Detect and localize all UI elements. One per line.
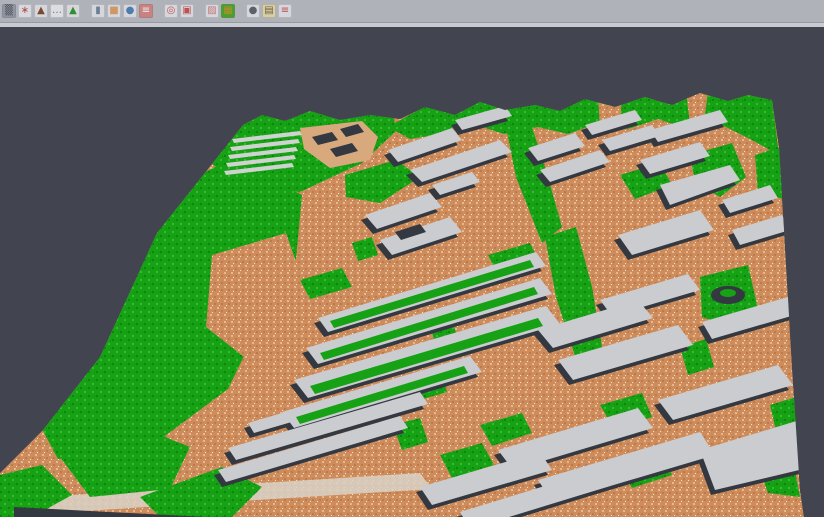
hedge-inner	[720, 289, 736, 297]
point-cloud-icon[interactable]: ▒	[2, 4, 16, 18]
viewport-3d[interactable]	[0, 27, 824, 517]
sparse-points-icon[interactable]: …	[50, 4, 64, 18]
mesh-icon[interactable]: ●	[246, 4, 260, 18]
extents-icon[interactable]: ▣	[180, 4, 194, 18]
map-sheet-icon[interactable]: ▤	[262, 4, 276, 18]
toolbar: ▒∗▲…▲▮■●≡◎▣▨▦●▤≡	[0, 0, 824, 22]
profile-lines-icon[interactable]: ≡	[278, 4, 292, 18]
vegetation-icon[interactable]: ▲	[66, 4, 80, 18]
red-list-icon[interactable]: ≡	[139, 4, 153, 18]
align-pairs-icon[interactable]: ∗	[18, 4, 32, 18]
texture-icon[interactable]: ▨	[205, 4, 219, 18]
point-cloud-scene	[0, 27, 824, 517]
classification-palette-icon[interactable]: ▦	[221, 4, 235, 18]
ring-select-icon[interactable]: ◎	[164, 4, 178, 18]
orthophoto-icon[interactable]: ■	[107, 4, 121, 18]
globe-icon[interactable]: ●	[123, 4, 137, 18]
section-slice-icon[interactable]: ▮	[91, 4, 105, 18]
terrain-icon[interactable]: ▲	[34, 4, 48, 18]
